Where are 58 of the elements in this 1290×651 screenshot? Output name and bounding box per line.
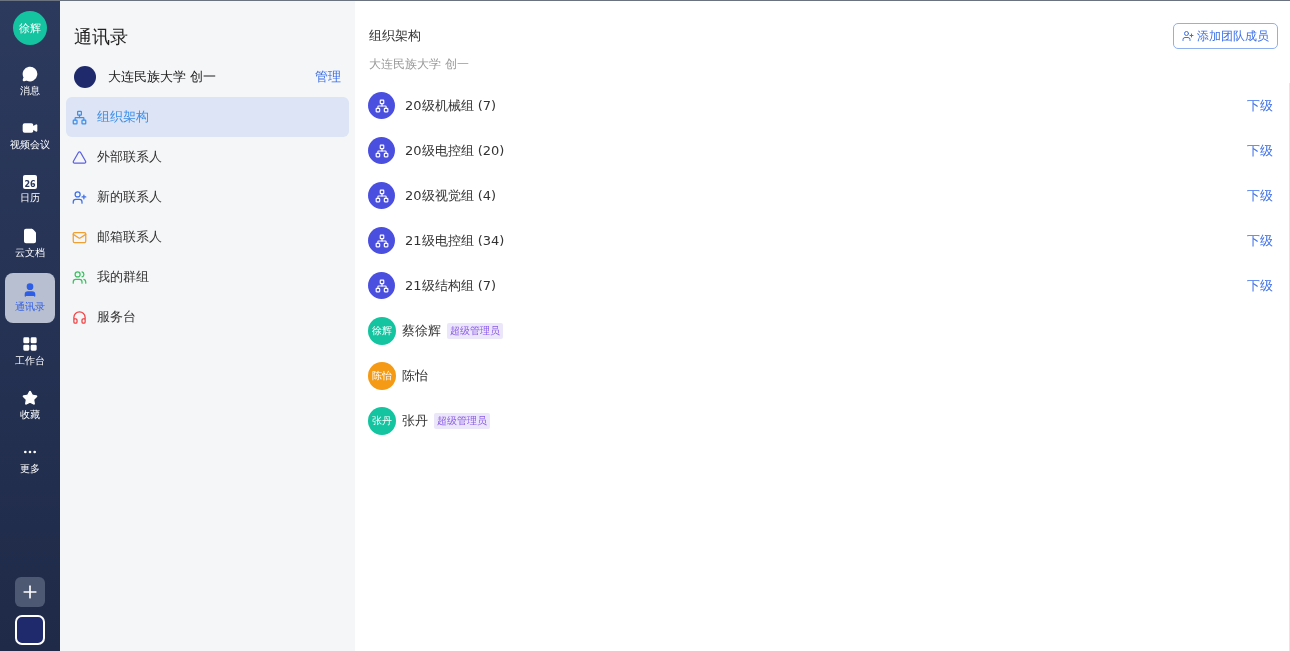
rail-item[interactable]: 工作台	[5, 327, 55, 377]
person-icon	[22, 282, 38, 298]
org-chart-icon	[368, 227, 395, 254]
add-button[interactable]	[15, 577, 45, 607]
group-name[interactable]: 21级电控组 (34)	[405, 231, 505, 250]
nav-item[interactable]: 我的群组	[66, 257, 349, 297]
member-name[interactable]: 张丹	[402, 411, 428, 430]
org-logo[interactable]	[15, 615, 45, 645]
org-logo	[74, 66, 96, 88]
calendar-icon: 26	[23, 175, 37, 189]
document-icon	[22, 228, 38, 244]
star-icon	[22, 390, 38, 406]
nav-item[interactable]: 外部联系人	[66, 137, 349, 177]
chat-bubble-icon	[22, 66, 38, 82]
rail-item[interactable]: 26 日历	[5, 165, 55, 215]
video-camera-icon	[22, 120, 38, 136]
add-person-icon	[1182, 30, 1194, 42]
subordinate-link[interactable]: 下级	[1247, 141, 1273, 160]
grid-icon	[22, 336, 38, 352]
headset-icon	[72, 309, 87, 325]
member-avatar: 徐辉	[368, 316, 396, 345]
subordinate-link[interactable]: 下级	[1247, 186, 1273, 205]
breadcrumb: 大连民族大学 创一	[368, 55, 470, 73]
rail-item[interactable]: 消息	[5, 57, 55, 107]
nav-item[interactable]: 邮箱联系人	[66, 217, 349, 257]
member-name[interactable]: 蔡徐辉	[402, 321, 441, 340]
rail-item[interactable]: 更多	[5, 435, 55, 485]
org-name: 大连民族大学 创一	[108, 68, 218, 86]
subordinate-link[interactable]: 下级	[1247, 96, 1273, 115]
org-chart-icon	[72, 109, 87, 125]
manage-link[interactable]: 管理	[315, 68, 341, 86]
org-chart-icon	[368, 137, 395, 164]
people-icon	[72, 269, 87, 285]
role-badge: 超级管理员	[434, 412, 490, 429]
group-name[interactable]: 20级机械组 (7)	[405, 96, 497, 115]
triangle-icon	[72, 149, 87, 165]
group-name[interactable]: 20级电控组 (20)	[405, 141, 505, 160]
subordinate-link[interactable]: 下级	[1247, 231, 1273, 250]
group-name[interactable]: 21级结构组 (7)	[405, 276, 497, 295]
add-person-icon	[72, 189, 87, 205]
page-title: 组织架构	[369, 27, 421, 45]
add-member-button[interactable]: 添加团队成员	[1173, 23, 1278, 49]
nav-item[interactable]: 新的联系人	[66, 177, 349, 217]
rail-item[interactable]: 视频会议	[5, 111, 55, 161]
group-name[interactable]: 20级视觉组 (4)	[405, 186, 497, 205]
member-name[interactable]: 陈怡	[402, 366, 428, 385]
mail-icon	[72, 229, 87, 245]
org-chart-icon	[368, 272, 395, 299]
subordinate-link[interactable]: 下级	[1247, 276, 1273, 295]
role-badge: 超级管理员	[447, 322, 503, 339]
org-chart-icon	[368, 182, 395, 209]
rail-item[interactable]: 收藏	[5, 381, 55, 431]
sidebar-title: 通讯录	[73, 25, 129, 49]
org-chart-icon	[368, 92, 395, 119]
nav-item[interactable]: 服务台	[66, 297, 349, 337]
member-avatar: 陈怡	[368, 361, 396, 390]
rail-item[interactable]: 云文档	[5, 219, 55, 269]
member-avatar: 张丹	[368, 406, 396, 435]
